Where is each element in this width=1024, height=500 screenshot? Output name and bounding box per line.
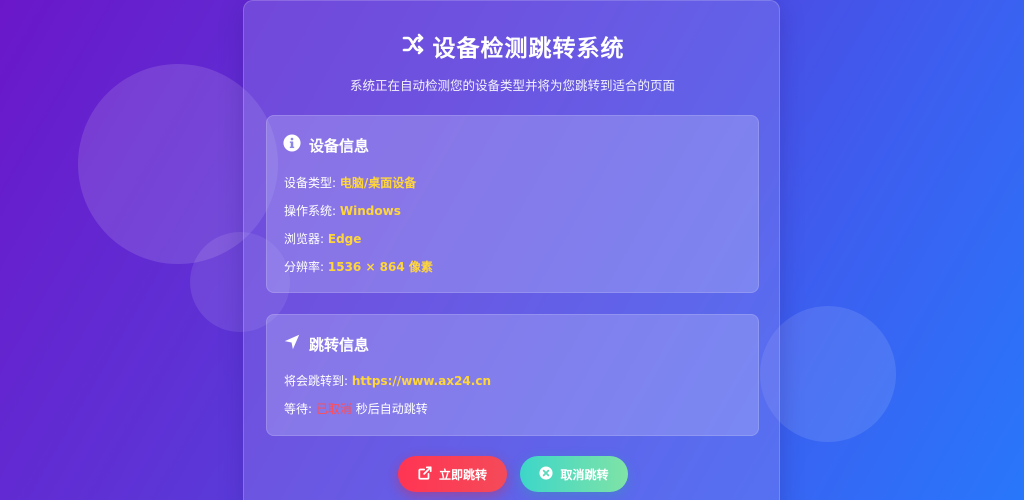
device-info-card: 设备信息 设备类型: 电脑/桌面设备 操作系统: Windows 浏览器: Ed… — [266, 115, 759, 293]
shuffle-icon — [401, 32, 425, 60]
redirect-info-header: 跳转信息 — [283, 333, 369, 355]
device-type-row: 设备类型: 电脑/桌面设备 — [284, 174, 416, 191]
browser-row: 浏览器: Edge — [284, 230, 361, 247]
target-row: 将会跳转到: https://www.ax24.cn — [284, 372, 491, 389]
resolution-value: 1536 × 864 像素 — [327, 260, 433, 274]
device-info-header: 设备信息 — [283, 134, 369, 156]
browser-value: Edge — [327, 232, 362, 246]
os-row: 操作系统: Windows — [284, 202, 401, 219]
device-info-title: 设备信息 — [309, 136, 370, 155]
target-url[interactable]: https://www.ax24.cn — [352, 374, 491, 388]
redirect-info-title: 跳转信息 — [309, 335, 370, 354]
info-circle-icon — [283, 134, 301, 156]
location-arrow-icon — [283, 333, 301, 355]
device-type-value: 电脑/桌面设备 — [339, 176, 417, 190]
wait-label: 等待: — [284, 402, 313, 416]
redirect-info-card: 跳转信息 将会跳转到: https://www.ax24.cn 等待: 已取消 … — [266, 314, 759, 436]
wait-row: 等待: 已取消 秒后自动跳转 — [284, 400, 428, 417]
cancel-redirect-button[interactable]: 取消跳转 — [520, 456, 628, 492]
main-panel: 设备检测跳转系统 系统正在自动检测您的设备类型并将为您跳转到适合的页面 设备信息… — [243, 0, 780, 500]
browser-label: 浏览器: — [284, 232, 325, 246]
countdown-status: 已取消 — [315, 402, 352, 416]
resolution-label: 分辨率: — [284, 260, 325, 274]
cancel-redirect-label: 取消跳转 — [560, 467, 609, 482]
os-value: Windows — [339, 204, 401, 218]
resolution-row: 分辨率: 1536 × 864 像素 — [284, 258, 433, 275]
redirect-now-label: 立即跳转 — [438, 467, 487, 482]
os-label: 操作系统: — [284, 204, 337, 218]
page-subtitle: 系统正在自动检测您的设备类型并将为您跳转到适合的页面 — [349, 78, 675, 93]
redirect-now-button[interactable]: 立即跳转 — [398, 456, 507, 492]
device-type-label: 设备类型: — [284, 176, 337, 190]
background-bubble-right — [760, 306, 896, 442]
page-title: 设备检测跳转系统 — [432, 36, 625, 62]
title-row: 设备检测跳转系统 — [244, 29, 781, 63]
times-circle-icon — [539, 465, 554, 483]
external-link-icon — [418, 465, 432, 483]
wait-suffix: 秒后自动跳转 — [355, 402, 428, 416]
target-label: 将会跳转到: — [284, 374, 349, 388]
